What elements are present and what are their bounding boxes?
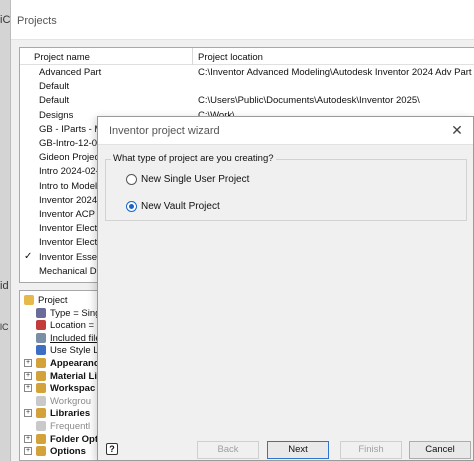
tree-item-label: Folder Opt (50, 433, 99, 445)
folder-icon (24, 295, 34, 305)
project-row[interactable]: Default C:\Users\Public\Documents\Autodes… (20, 94, 474, 108)
project-location: C:\Inventor Advanced Modeling\Autodesk I… (198, 67, 474, 78)
tree-item-label: Options (50, 446, 86, 458)
radio-button[interactable] (126, 174, 137, 185)
tree-item-label: Frequentl (50, 421, 91, 432)
project-location: C:\Users\Public\Documents\Autodesk\Inven… (198, 95, 420, 107)
file-icon (36, 332, 46, 343)
tree-item-label: Project (38, 295, 68, 306)
expand-icon[interactable]: + (24, 359, 32, 367)
appearance-icon (36, 358, 46, 368)
column-separator[interactable] (192, 48, 193, 65)
workspace-icon (36, 383, 46, 394)
project-type-question: What type of project are you creating? (111, 153, 276, 164)
next-button[interactable]: Next (267, 441, 329, 459)
project-name: Default (39, 95, 70, 107)
help-icon[interactable]: ? (106, 443, 118, 455)
finish-button[interactable]: Finish (340, 441, 402, 459)
expand-icon[interactable]: + (24, 409, 32, 418)
back-button[interactable]: Back (197, 441, 259, 459)
project-name: Inventor Electr (39, 223, 101, 235)
tree-item-label: Type = Sing (50, 307, 101, 319)
style-library-icon (36, 345, 46, 356)
radio-label[interactable]: New Vault Project (141, 201, 220, 212)
project-name: Intro to Modeli (39, 180, 100, 192)
project-name: Gideon Project (39, 152, 102, 164)
project-wizard-dialog: Inventor project wizard ✕ What type of p… (97, 116, 474, 461)
project-name: Inventor ACP D (39, 209, 105, 220)
project-name: GB - IParts - M (39, 123, 103, 135)
radio-button[interactable] (126, 201, 137, 212)
projects-titlebar[interactable]: Projects (11, 0, 474, 40)
project-name: Default (39, 81, 70, 93)
tree-item-label: Workspac (50, 383, 96, 395)
material-library-icon (36, 370, 46, 381)
project-name: Advanced Part (39, 67, 102, 78)
frequent-icon (36, 421, 46, 431)
project-list-header: Project name Project location (20, 48, 474, 65)
expand-icon[interactable]: + (24, 447, 32, 456)
wizard-titlebar[interactable]: Inventor project wizard ✕ (98, 117, 473, 145)
tree-item-label: Libraries (50, 408, 91, 420)
wizard-title: Inventor project wizard (109, 125, 220, 137)
tree-item-label: Appearanc (50, 358, 100, 369)
expand-icon[interactable]: + (24, 371, 32, 380)
user-type-icon (36, 307, 46, 318)
workgroup-icon (36, 395, 46, 406)
projects-title: Projects (17, 15, 57, 27)
tree-item-label: Included file (50, 332, 101, 344)
column-header-name[interactable]: Project name (34, 52, 90, 63)
project-row[interactable]: Advanced Part C:\Inventor Advanced Modeli… (20, 66, 474, 80)
project-name: Inventor Electr (39, 237, 101, 249)
project-type-group: What type of project are you creating? N… (105, 153, 467, 221)
project-name: GB-Intro-12-04 (39, 138, 103, 149)
background-text-fragment: iC (0, 14, 11, 26)
wizard-footer: ? Back Next Finish Cancel (98, 433, 473, 461)
tree-item-label: Use Style Li (50, 345, 101, 357)
project-name: Intro 2024-02- (39, 166, 99, 178)
active-project-check-icon: ✓ (24, 250, 33, 262)
folder-options-icon (36, 433, 46, 444)
expand-icon[interactable]: + (24, 434, 32, 443)
expand-icon[interactable]: + (24, 384, 32, 393)
column-header-location[interactable]: Project location (198, 52, 263, 63)
background-window-edge: iC id lC (0, 0, 10, 461)
project-name: Mechanical Dra (39, 265, 105, 277)
background-text-fragment: lC (0, 322, 9, 332)
libraries-icon (36, 408, 46, 419)
tree-item-label: Material Li (50, 370, 97, 382)
project-row[interactable]: Default (20, 80, 474, 94)
options-icon (36, 446, 46, 457)
radio-label[interactable]: New Single User Project (141, 174, 249, 185)
tree-item-label: Location = C (50, 320, 104, 332)
project-name: Inventor 2024- (39, 194, 101, 206)
project-name: Designs (39, 109, 74, 121)
location-icon (36, 320, 46, 331)
background-text-fragment: id (0, 280, 9, 292)
project-name: Inventor Essen (39, 251, 103, 263)
cancel-button[interactable]: Cancel (409, 441, 471, 459)
close-icon[interactable]: ✕ (449, 122, 465, 138)
tree-item-label: Workgrou (50, 395, 92, 407)
